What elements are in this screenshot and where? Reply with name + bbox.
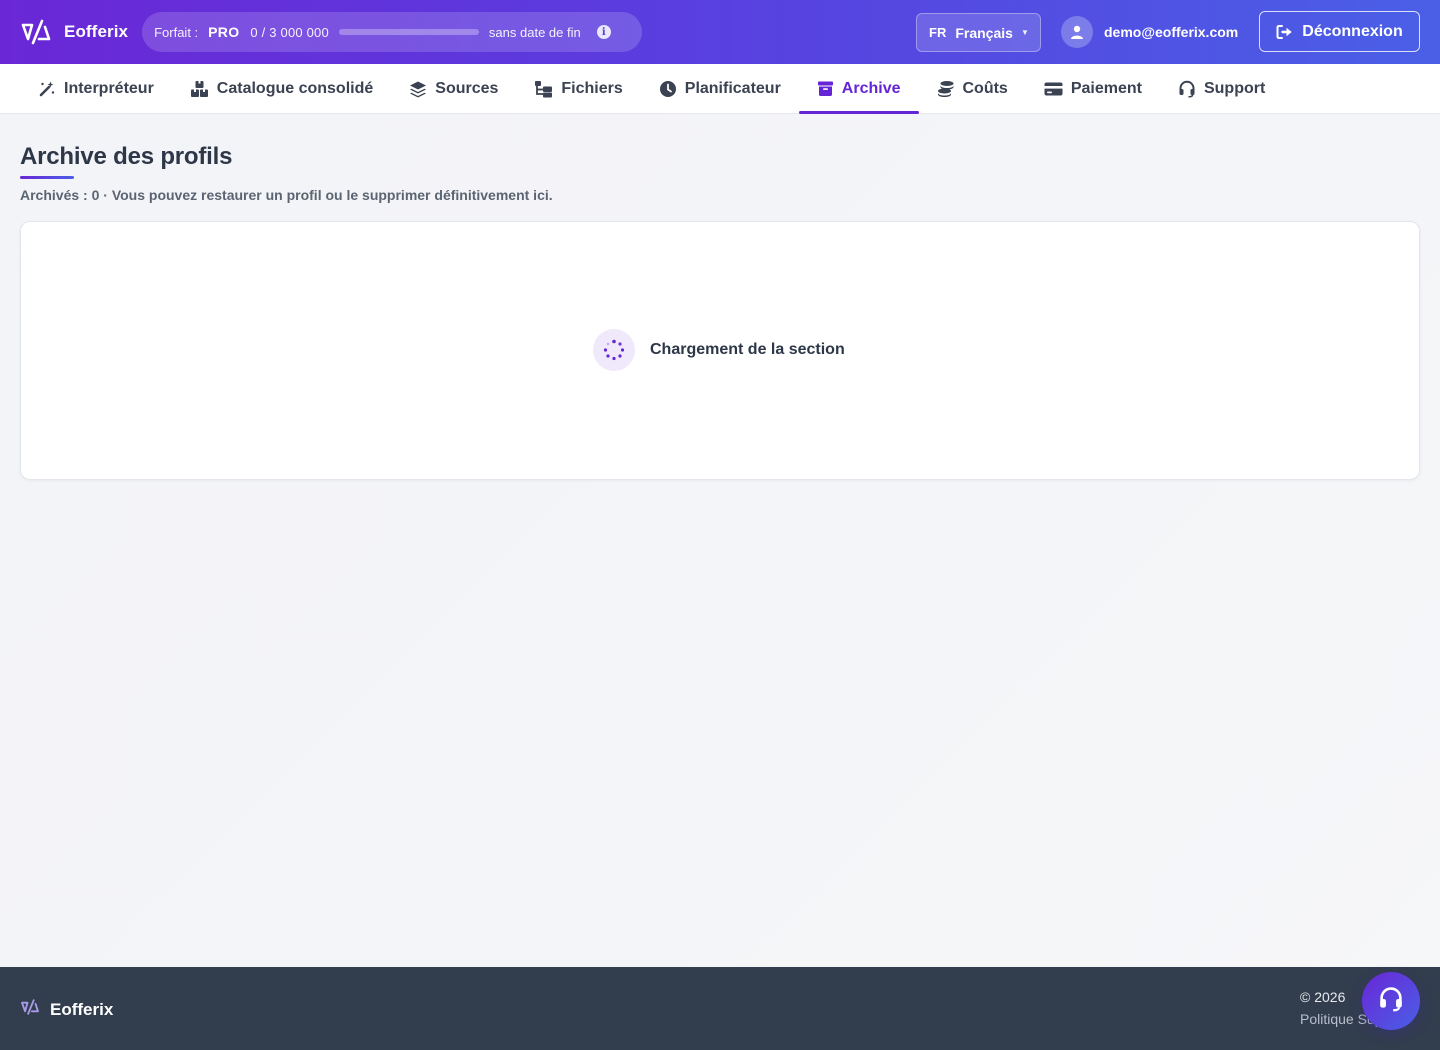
help-chat-button[interactable] bbox=[1362, 972, 1420, 1030]
tab-label: Archive bbox=[841, 79, 901, 97]
user-email: demo@eofferix.com bbox=[1104, 24, 1239, 40]
boxes-icon bbox=[190, 80, 209, 98]
archive-box-icon bbox=[817, 80, 834, 97]
tab-fichiers[interactable]: Fichiers bbox=[516, 64, 640, 113]
headset-icon bbox=[1178, 80, 1196, 98]
tab-label: Fichiers bbox=[561, 79, 623, 97]
magic-wand-icon bbox=[38, 80, 56, 98]
tab-support[interactable]: Support bbox=[1160, 64, 1283, 113]
coins-icon bbox=[937, 80, 955, 98]
tab-paiement[interactable]: Paiement bbox=[1026, 64, 1160, 113]
footer: Eofferix © 2026 Politique Support bbox=[0, 967, 1440, 1050]
page-title: Archive des profils bbox=[20, 143, 233, 170]
loading-text: Chargement de la section bbox=[650, 341, 845, 358]
brand-name: Eofferix bbox=[64, 22, 129, 41]
tab-catalogue-consolide[interactable]: Catalogue consolidé bbox=[172, 64, 391, 113]
tab-interpreteur[interactable]: Interpréteur bbox=[20, 64, 172, 113]
brand[interactable]: Eofferix bbox=[20, 19, 128, 45]
tab-label: Sources bbox=[435, 79, 499, 97]
title-underline bbox=[20, 176, 74, 179]
caret-down-icon: ▼ bbox=[1020, 28, 1029, 37]
clock-icon bbox=[659, 80, 677, 98]
tab-label: Catalogue consolidé bbox=[216, 79, 374, 97]
logout-label: Déconnexion bbox=[1302, 22, 1403, 40]
tab-sources[interactable]: Sources bbox=[391, 64, 516, 113]
tab-label: Paiement bbox=[1070, 79, 1142, 97]
logout-button[interactable]: Déconnexion bbox=[1259, 11, 1420, 52]
plan-name: PRO bbox=[208, 24, 240, 40]
sign-out-icon bbox=[1276, 24, 1294, 40]
tab-label: Coûts bbox=[962, 79, 1008, 97]
footer-copyright: © 2026 bbox=[1300, 989, 1346, 1005]
top-bar: Eofferix Forfait : PRO 0 / 3 000 000 san… bbox=[0, 0, 1440, 64]
loading-indicator: Chargement de la section bbox=[593, 329, 845, 371]
footer-brand-name: Eofferix bbox=[50, 999, 114, 1019]
page-subtitle: Archivés : 0 · Vous pouvez restaurer un … bbox=[20, 187, 553, 203]
user-menu[interactable]: demo@eofferix.com bbox=[1061, 16, 1238, 48]
language-name: Français bbox=[955, 24, 1013, 41]
plan-indicator: Forfait : PRO 0 / 3 000 000 sans date de… bbox=[142, 12, 643, 52]
folder-tree-icon bbox=[534, 80, 553, 98]
tab-label: Planificateur bbox=[684, 79, 781, 97]
plan-end-date: sans date de fin bbox=[488, 24, 581, 40]
language-code: FR bbox=[929, 25, 947, 40]
info-icon[interactable]: i bbox=[596, 25, 611, 39]
tab-label: Support bbox=[1203, 79, 1266, 97]
tab-couts[interactable]: Coûts bbox=[919, 64, 1026, 113]
main-nav: Interpréteur Catalogue consolidé Sources bbox=[0, 64, 1440, 114]
eofferix-logo-icon bbox=[20, 999, 40, 1020]
plan-usage-bar bbox=[338, 29, 479, 35]
eofferix-logo-icon bbox=[20, 19, 52, 45]
spinner-icon bbox=[593, 329, 635, 371]
plan-usage: 0 / 3 000 000 bbox=[250, 24, 329, 40]
layers-icon bbox=[409, 80, 427, 98]
tab-label: Interpréteur bbox=[64, 79, 154, 97]
archive-card: Chargement de la section bbox=[20, 221, 1420, 480]
tab-archive[interactable]: Archive bbox=[798, 64, 919, 114]
language-selector[interactable]: FR Français ▼ bbox=[916, 13, 1041, 52]
credit-card-icon bbox=[1044, 81, 1063, 97]
headset-icon bbox=[1378, 986, 1404, 1017]
footer-brand[interactable]: Eofferix bbox=[20, 999, 113, 1020]
plan-label: Forfait : bbox=[154, 24, 199, 40]
user-avatar-icon bbox=[1061, 16, 1093, 48]
tab-planificateur[interactable]: Planificateur bbox=[641, 64, 799, 113]
